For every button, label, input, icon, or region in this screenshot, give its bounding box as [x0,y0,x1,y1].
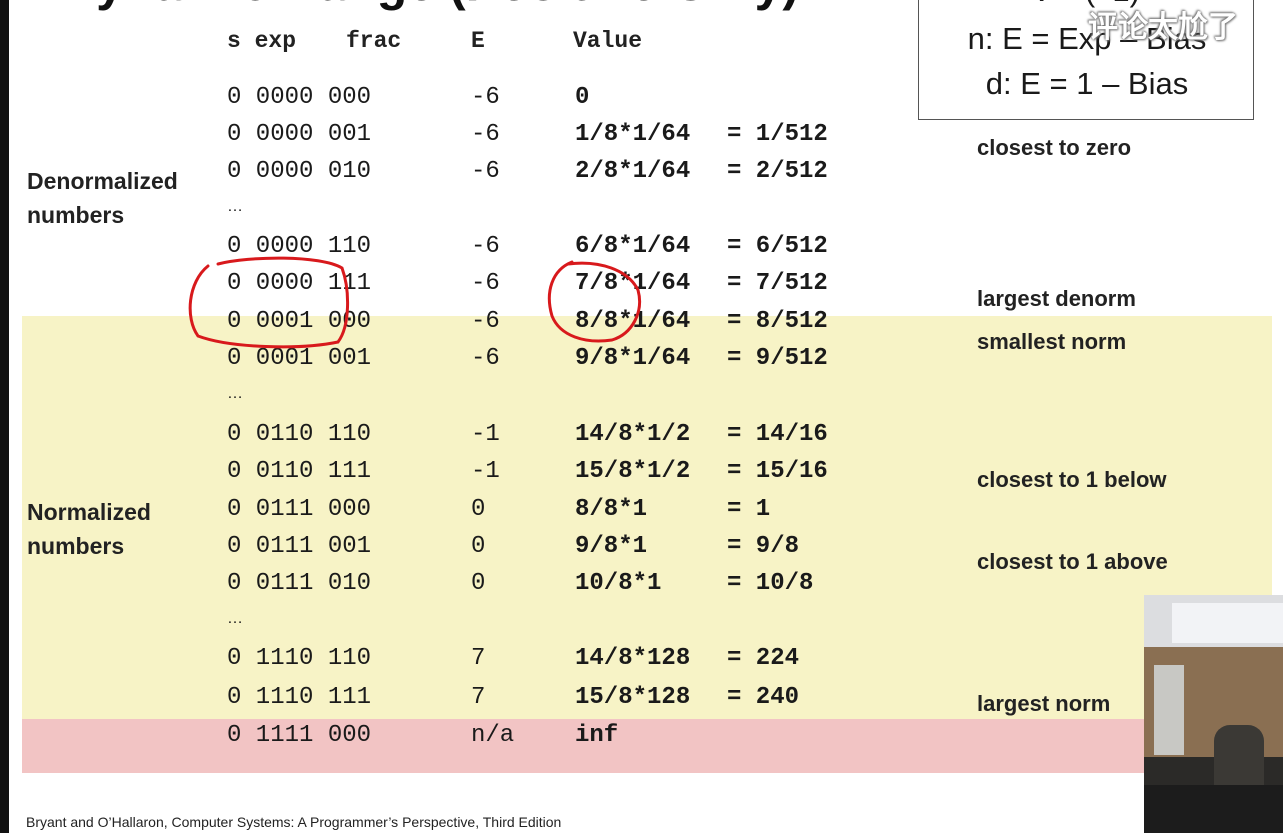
table-row-bits: 0 0000 110 [227,233,372,260]
table-row-exponent: -6 [471,270,500,297]
table-row-result: = 9/512 [727,345,828,372]
webcam-door [1154,665,1184,755]
table-row-value-expr: 9/8*1/64 [575,345,691,372]
table-row-exponent: -6 [471,84,500,111]
table-row-value-expr: 0 [575,84,590,111]
table-row-bits: 0 0111 010 [227,570,372,597]
note-closest-to-1-above: closest to 1 above [977,549,1168,574]
citation-footer: Bryant and O’Hallaron, Computer Systems:… [26,814,562,830]
table-row-bits: 0 0001 000 [227,308,372,335]
table-row-value-expr: 9/8*1 [575,533,648,560]
table-row-bits: 0 0001 001 [227,345,372,372]
table-row-value-expr: 2/8*1/64 [575,158,691,185]
header-s-exp: s exp [227,28,297,54]
table-row-value-expr: 15/8*128 [575,684,691,711]
table-row-result: = 9/8 [727,533,800,560]
table-row-value-expr: 14/8*128 [575,645,691,672]
note-closest-to-1-below: closest to 1 below [977,467,1167,492]
header-value: Value [573,28,643,54]
table-row-value-expr: 7/8*1/64 [575,270,691,297]
header-e: E [471,28,485,54]
webcam-desk [1144,785,1283,833]
table-row-bits: 0 0110 110 [227,421,372,448]
table-row-value-expr: 8/8*1/64 [575,308,691,335]
table-row-exponent: n/a [471,722,515,749]
slide-title: Dynamic Range (Positive Only) [60,0,799,12]
table-row-bits: 0 1110 110 [227,645,372,672]
left-edge-bar [0,0,9,833]
formula-denormalized-line: d: E = 1 – Bias [985,66,1189,101]
webcam-overlay [1144,595,1283,833]
table-row-ellipsis: … [227,610,243,627]
table-row-bits: 0 0111 000 [227,496,372,523]
table-row-value-expr: 15/8*1/2 [575,458,691,485]
table-row-value-expr: 14/8*1/2 [575,421,691,448]
table-row-result: = 224 [727,645,800,672]
table-row-result: = 8/512 [727,308,828,335]
table-row-result: = 2/512 [727,158,828,185]
table-row-bits: 0 1111 000 [227,722,372,749]
table-row-bits: 0 0111 001 [227,533,372,560]
table-row-exponent: 0 [471,533,486,560]
table-row-exponent: -6 [471,233,500,260]
note-largest-norm: largest norm [977,691,1111,716]
header-frac: frac [346,28,402,54]
table-row-exponent: -6 [471,158,500,185]
section-normalized: Normalized numbers [27,499,151,559]
webcam-projector-screen [1172,603,1283,643]
table-row-result: = 6/512 [727,233,828,260]
table-row-bits: 0 1110 111 [227,684,372,711]
table-row-result: = 15/16 [727,458,828,485]
table-row-result: = 10/8 [727,570,814,597]
table-row-exponent: -1 [471,421,500,448]
slide: Dynamic Range (Positive Only) v = (–1) n… [0,0,1283,833]
table-row-exponent: -6 [471,345,500,372]
table-row-exponent: 0 [471,570,486,597]
table-row-value-expr: inf [575,722,619,749]
table-row-value-expr: 6/8*1/64 [575,233,691,260]
note-smallest-norm: smallest norm [977,329,1127,354]
table-row-exponent: -1 [471,458,500,485]
section-denormalized: Denormalized numbers [27,168,178,228]
table-row-value-expr: 1/8*1/64 [575,121,691,148]
table-row-value-expr: 8/8*1 [575,496,648,523]
table-row-exponent: 7 [471,684,486,711]
table-row-value-expr: 10/8*1 [575,570,662,597]
table-row-result: = 1/512 [727,121,828,148]
table-row-result: = 240 [727,684,800,711]
table-row-exponent: -6 [471,121,500,148]
table-row-result: = 7/512 [727,270,828,297]
table-row-exponent: 0 [471,496,486,523]
note-largest-denorm: largest denorm [977,286,1136,311]
table-row-bits: 0 0000 001 [227,121,372,148]
table-row-ellipsis: … [227,385,243,402]
table-row-bits: 0 0000 111 [227,270,372,297]
note-closest-to-zero: closest to zero [977,135,1132,160]
table-row-result: = 14/16 [727,421,828,448]
watermark-text: 评论太尬了 [1088,11,1238,44]
table-row-result: = 1 [727,496,771,523]
table-row-ellipsis: … [227,198,243,215]
table-row-exponent: -6 [471,308,500,335]
table-row-exponent: 7 [471,645,486,672]
table-row-bits: 0 0110 111 [227,458,372,485]
table-row-bits: 0 0000 000 [227,84,372,111]
table-row-bits: 0 0000 010 [227,158,372,185]
